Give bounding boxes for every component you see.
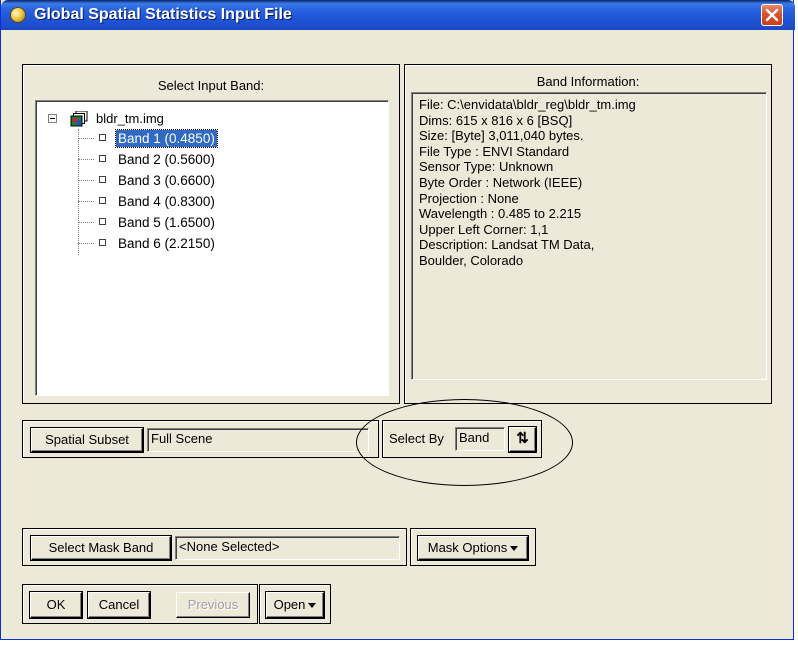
info-line: Wavelength : 0.485 to 2.215 — [419, 206, 582, 222]
window-title: Global Spatial Statistics Input File — [34, 6, 292, 23]
select-by-field: Band — [455, 427, 505, 451]
info-line: Projection : None — [419, 190, 519, 206]
mask-band-group: Select Mask Band <None Selected> — [22, 528, 407, 566]
action-button-group: OK Cancel Previous — [22, 584, 258, 624]
close-button[interactable] — [761, 4, 783, 26]
leaf-node-icon — [99, 239, 106, 246]
band-item-label: Band 2 (0.5600) — [118, 152, 215, 167]
open-button[interactable]: Open — [265, 591, 325, 619]
select-by-group: Select By Band ⇅ — [382, 420, 542, 458]
band-item-label: Band 3 (0.6600) — [118, 173, 215, 188]
envi-globe-icon — [10, 7, 26, 23]
info-line: Sensor Type: Unknown — [419, 159, 554, 175]
mask-options-button[interactable]: Mask Options — [417, 535, 529, 561]
select-input-band-label: Select Input Band: — [157, 78, 265, 93]
mask-band-field: <None Selected> — [175, 536, 400, 560]
tree-connector — [78, 129, 79, 255]
band-information-panel: Band Information: File: C:\envidata\bldr… — [404, 64, 772, 404]
previous-button[interactable]: Previous — [176, 592, 250, 618]
band-item-label: Band 6 (2.2150) — [118, 236, 215, 251]
select-mask-band-button[interactable]: Select Mask Band — [30, 535, 172, 561]
open-label: Open — [273, 597, 306, 612]
multi-band-image-icon — [70, 111, 88, 127]
select-by-toggle-button[interactable]: ⇅ — [508, 426, 537, 453]
leaf-node-icon — [99, 197, 106, 204]
band-tree[interactable]: bldr_tm.img Band 1 (0.4850) Band 2 (0.56… — [35, 100, 389, 396]
leaf-node-icon — [99, 218, 106, 225]
info-line: Description: Landsat TM Data, — [419, 237, 595, 253]
band-item-label: Band 4 (0.8300) — [118, 194, 215, 209]
spatial-subset-field: Full Scene — [147, 428, 369, 452]
info-line: File Type : ENVI Standard — [419, 143, 570, 159]
mask-options-group: Mask Options — [410, 528, 536, 566]
dialog-window: Global Spatial Statistics Input File Sel… — [0, 0, 795, 640]
select-by-label: Select By — [389, 431, 444, 446]
title-bar[interactable]: Global Spatial Statistics Input File — [1, 0, 795, 30]
spatial-subset-button[interactable]: Spatial Subset — [30, 427, 144, 453]
info-line: Dims: 615 x 816 x 6 [BSQ] — [419, 112, 573, 128]
band-item-label: Band 5 (1.6500) — [118, 215, 215, 230]
mask-options-label: Mask Options — [427, 540, 508, 555]
ok-button[interactable]: OK — [29, 591, 83, 619]
band-information-box: File: C:\envidata\bldr_reg\bldr_tm.img D… — [411, 92, 767, 380]
info-line: Boulder, Colorado — [419, 252, 524, 268]
spatial-subset-group: Spatial Subset Full Scene — [22, 420, 379, 458]
cancel-button[interactable]: Cancel — [87, 591, 151, 619]
dropdown-arrow-icon — [510, 546, 519, 552]
open-button-group: Open — [259, 584, 331, 624]
leaf-node-icon — [99, 155, 106, 162]
info-line: Byte Order : Network (IEEE) — [419, 174, 583, 190]
dropdown-arrow-icon — [308, 603, 317, 609]
tree-root-label: bldr_tm.img — [96, 111, 164, 126]
collapse-icon[interactable] — [48, 114, 57, 123]
band-information-text: File: C:\envidata\bldr_reg\bldr_tm.img D… — [419, 97, 636, 269]
sort-toggle-icon: ⇅ — [516, 430, 529, 447]
band-item-label: Band 1 (0.4850) — [115, 129, 218, 148]
close-icon — [765, 8, 779, 22]
info-line: Size: [Byte] 3,011,040 bytes. — [419, 128, 584, 144]
leaf-node-icon — [99, 176, 106, 183]
select-input-band-panel: Select Input Band: bldr_tm.img Band 1 (0… — [22, 64, 400, 404]
info-line: File: C:\envidata\bldr_reg\bldr_tm.img — [419, 97, 636, 112]
leaf-node-icon — [99, 134, 106, 141]
band-information-label: Band Information: — [536, 74, 640, 89]
info-line: Upper Left Corner: 1,1 — [419, 221, 549, 237]
